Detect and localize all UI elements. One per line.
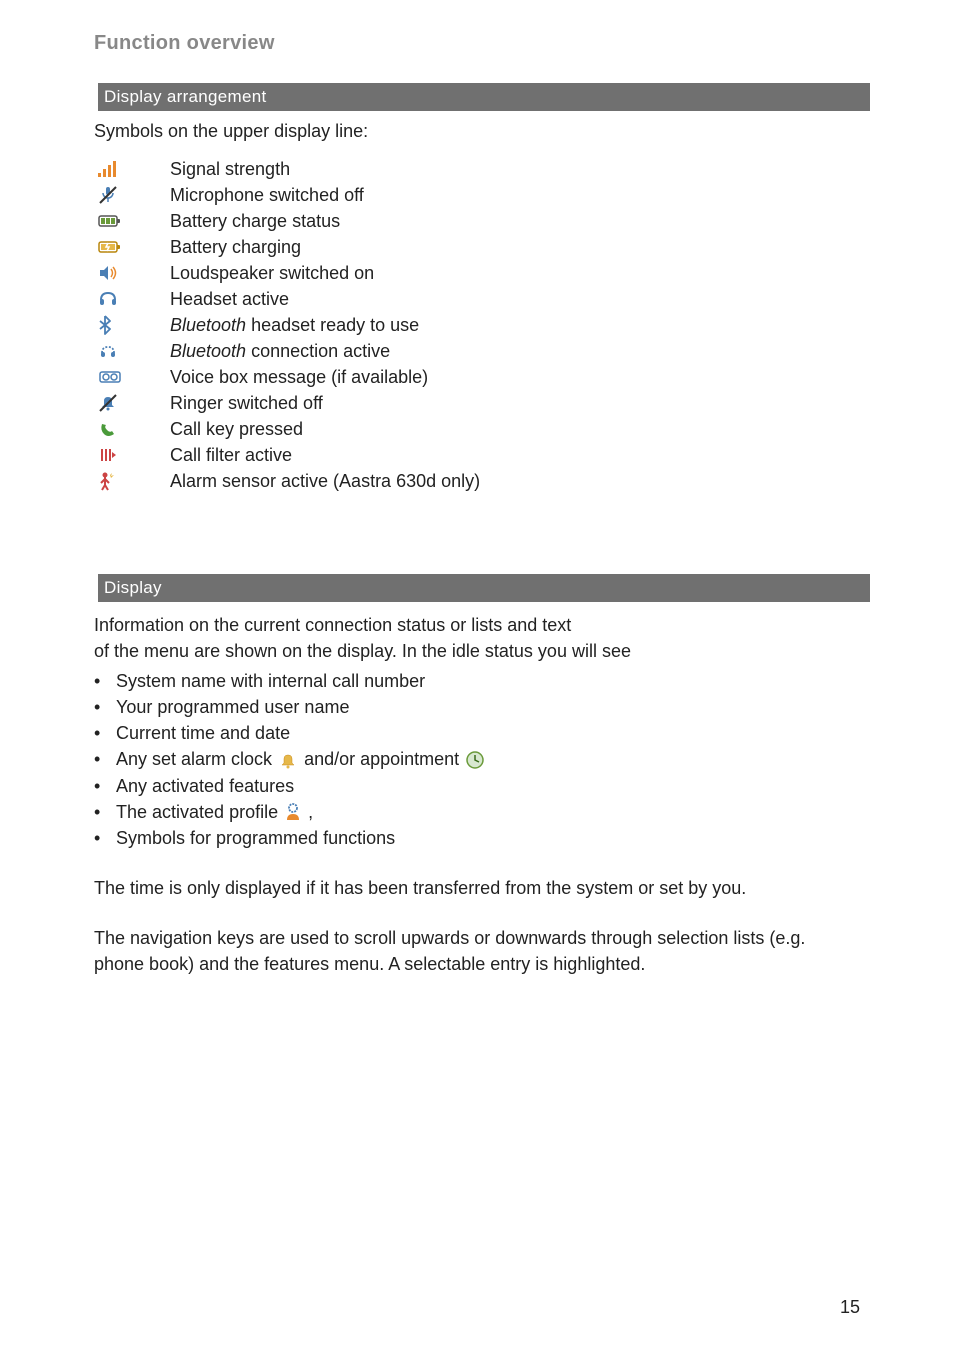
battery-status-icon bbox=[98, 214, 170, 228]
call-filter-icon bbox=[98, 446, 170, 464]
appointment-clock-icon bbox=[465, 750, 485, 770]
symbol-label: Bluetooth connection active bbox=[170, 341, 390, 362]
headset-active-icon bbox=[98, 290, 170, 308]
page-header: Function overview bbox=[94, 32, 860, 55]
symbol-label: Loudspeaker switched on bbox=[170, 263, 374, 284]
list-item: •The activated profile , bbox=[94, 799, 860, 825]
display-intro: Information on the current connection st… bbox=[94, 612, 860, 664]
symbol-row: Voice box message (if available) bbox=[98, 364, 860, 390]
symbol-row: Microphone switched off bbox=[98, 182, 860, 208]
symbol-label: Alarm sensor active (Aastra 630d only) bbox=[170, 471, 480, 492]
page-number: 15 bbox=[840, 1297, 860, 1318]
symbol-label: Signal strength bbox=[170, 159, 290, 180]
symbol-label: Voice box message (if available) bbox=[170, 367, 428, 388]
list-item: •Any activated features bbox=[94, 773, 860, 799]
list-item: •System name with internal call number bbox=[94, 668, 860, 694]
signal-strength-icon bbox=[98, 161, 170, 177]
bluetooth-active-icon bbox=[98, 341, 170, 361]
symbol-label: Microphone switched off bbox=[170, 185, 364, 206]
symbol-row: Loudspeaker switched on bbox=[98, 260, 860, 286]
symbol-label: Call key pressed bbox=[170, 419, 303, 440]
bluetooth-ready-icon bbox=[98, 315, 170, 335]
body-para-time: The time is only displayed if it has bee… bbox=[94, 875, 860, 901]
voice-box-icon bbox=[98, 369, 170, 385]
section-bar-display: Display bbox=[98, 574, 870, 602]
symbol-row: Bluetooth connection active bbox=[98, 338, 860, 364]
display-list: •System name with internal call number •… bbox=[94, 668, 860, 851]
symbol-row: Bluetooth headset ready to use bbox=[98, 312, 860, 338]
symbol-row: Ringer switched off bbox=[98, 390, 860, 416]
symbol-row: Battery charge status bbox=[98, 208, 860, 234]
symbol-label: Battery charge status bbox=[170, 211, 340, 232]
symbol-label: Ringer switched off bbox=[170, 393, 323, 414]
list-item: •Symbols for programmed functions bbox=[94, 825, 860, 851]
symbol-row: Signal strength bbox=[98, 156, 860, 182]
symbol-table: Signal strength Microphone switched off … bbox=[98, 156, 860, 494]
symbol-row: Call key pressed bbox=[98, 416, 860, 442]
symbols-intro: Symbols on the upper display line: bbox=[94, 121, 860, 142]
symbol-label: Headset active bbox=[170, 289, 289, 310]
symbol-label: Battery charging bbox=[170, 237, 301, 258]
alarm-sensor-icon bbox=[98, 471, 170, 491]
loudspeaker-on-icon bbox=[98, 264, 170, 282]
battery-charging-icon bbox=[98, 239, 170, 255]
list-item: •Current time and date bbox=[94, 720, 860, 746]
symbol-row: Alarm sensor active (Aastra 630d only) bbox=[98, 468, 860, 494]
mic-off-icon bbox=[98, 185, 170, 205]
call-key-icon bbox=[98, 420, 170, 438]
section-bar-display-arrangement: Display arrangement bbox=[98, 83, 870, 111]
symbol-row: Headset active bbox=[98, 286, 860, 312]
symbol-label: Call filter active bbox=[170, 445, 292, 466]
ringer-off-icon bbox=[98, 393, 170, 413]
symbol-row: Call filter active bbox=[98, 442, 860, 468]
list-item: •Your programmed user name bbox=[94, 694, 860, 720]
symbol-row: Battery charging bbox=[98, 234, 860, 260]
profile-icon bbox=[284, 802, 302, 822]
symbol-label: Bluetooth headset ready to use bbox=[170, 315, 419, 336]
list-item: •Any set alarm clock and/or appointment bbox=[94, 746, 860, 772]
body-para-nav: The navigation keys are used to scroll u… bbox=[94, 925, 860, 977]
alarm-clock-icon bbox=[278, 751, 298, 769]
